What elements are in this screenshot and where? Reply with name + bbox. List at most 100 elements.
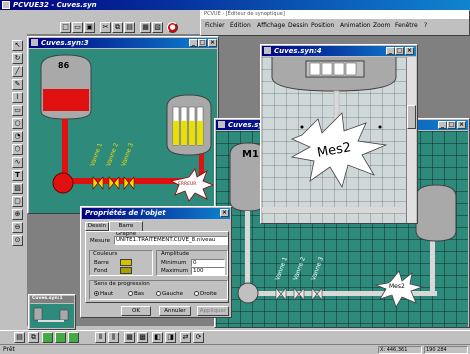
fond-color-swatch[interactable] — [120, 267, 132, 274]
open-icon[interactable]: ▭ — [72, 22, 83, 33]
cuves4-close-button[interactable]: × — [405, 47, 414, 55]
maximum-field[interactable]: 100 — [191, 267, 225, 275]
paste-icon[interactable]: ▤ — [124, 22, 135, 33]
ellipse-icon[interactable]: ○ — [12, 118, 23, 129]
window-cuves-3: Cuves.syn:3 _ □ × 86 Vanne 1 Vanne 2 Van… — [27, 36, 219, 214]
dialog-title: Propriétés de l'objet — [85, 209, 166, 217]
menu-affichage[interactable]: Affichage — [257, 22, 285, 29]
cuves4-maximize-button[interactable]: □ — [395, 47, 404, 55]
radio-bas-label: Bas — [134, 291, 145, 297]
curve-icon[interactable]: ∿ — [12, 157, 23, 168]
progression-label: Sens de progression — [94, 281, 150, 287]
menu-animation[interactable]: Animation — [340, 22, 371, 29]
rectangle-icon[interactable]: ▭ — [12, 105, 23, 116]
small-titlebar: Cuves.syn:1 — [30, 296, 74, 303]
menu-edition[interactable]: Édition — [230, 22, 251, 29]
couleurs-label: Couleurs — [93, 251, 118, 257]
arc-icon[interactable]: ◔ — [12, 131, 23, 142]
polygon-icon[interactable]: ⬡ — [12, 144, 23, 155]
green-fill-1-icon[interactable] — [42, 332, 53, 343]
apply-button[interactable]: Appliquer — [197, 306, 229, 316]
cuves3-minimize-button[interactable]: _ — [189, 39, 198, 47]
distribute-icon[interactable]: ⫼ — [108, 332, 119, 343]
radio-haut[interactable]: Haut — [94, 291, 113, 297]
zoom-out-icon[interactable]: ⊖ — [12, 222, 23, 233]
front-icon[interactable]: ◧ — [152, 332, 163, 343]
button-tool-icon[interactable]: ▢ — [12, 196, 23, 207]
cuves4-vscroll[interactable] — [406, 57, 416, 223]
green-fill-3-icon[interactable] — [68, 332, 79, 343]
status-bar: Prêt X: 446,361 190 284 — [0, 344, 470, 354]
cuves3-close-button[interactable]: × — [208, 39, 217, 47]
layer-icon[interactable]: ▤ — [14, 332, 25, 343]
menu-zoom[interactable]: Zoom — [373, 22, 390, 29]
menu-help[interactable]: ? — [424, 22, 427, 29]
zoom-in-icon[interactable]: ⊕ — [12, 209, 23, 220]
amplitude-label: Amplitude — [161, 251, 190, 257]
menu-fichier[interactable]: Fichier — [205, 22, 225, 29]
tab-barre-graphe[interactable]: Barre Graphe — [109, 221, 143, 237]
properties-dialog: Propriétés de l'objet × Dessin Barre Gra… — [80, 206, 232, 318]
new-icon[interactable]: □ — [60, 22, 71, 33]
preview-icon[interactable]: ▧ — [152, 22, 163, 33]
minimum-field[interactable]: 0 — [191, 259, 225, 267]
rotate-icon[interactable]: ↻ — [12, 53, 23, 64]
pointer-icon[interactable]: ↖ — [12, 40, 23, 51]
cuves3-canvas[interactable]: 86 Vanne 1 Vanne 2 Vanne 3 ERREUR — [29, 49, 217, 213]
mesure-field[interactable]: UNITE1.TRAITEMENT.CUVE_8.niveau — [114, 236, 228, 245]
align-icon[interactable]: ⫴ — [95, 332, 106, 343]
cuvesback-maximize-button[interactable]: □ — [447, 121, 456, 129]
save-icon[interactable]: ▣ — [84, 22, 95, 33]
back-icon[interactable]: ◨ — [165, 332, 176, 343]
cuves4-minimize-button[interactable]: _ — [386, 47, 395, 55]
cuves4-canvas[interactable]: Mes2 — [262, 57, 406, 223]
editor-window: PCVUE - [Éditeur de synoptique] Fichier … — [200, 10, 470, 36]
pen-icon[interactable]: ✎ — [12, 79, 23, 90]
menu-fenetre[interactable]: Fenêtre — [395, 22, 418, 29]
cuves4-titlebar: Cuves.syn:4 _ □ × — [262, 46, 416, 56]
flip-icon[interactable]: ⇄ — [180, 332, 191, 343]
cuvesback-minimize-button[interactable]: _ — [438, 121, 447, 129]
tank-m1-label: M1 — [242, 149, 259, 160]
cuves3-maximize-button[interactable]: □ — [198, 39, 207, 47]
small-title: Cuves.syn:1 — [32, 296, 63, 301]
main-title: PCVUE32 - Cuves.syn — [13, 1, 97, 9]
group-icon[interactable]: ⧉ — [28, 332, 39, 343]
editor-titlebar: PCVUE - [Éditeur de synoptique] — [201, 11, 469, 19]
window-small: Cuves.syn:1 — [28, 294, 76, 330]
tab-dessin[interactable]: Dessin — [85, 222, 109, 231]
cuves3-diagram — [40, 54, 215, 202]
grid-icon[interactable]: ▦ — [124, 332, 135, 343]
app-icon — [2, 1, 10, 9]
ok-button[interactable]: OK — [121, 306, 151, 316]
maximum-label: Maximum — [161, 268, 189, 274]
cuves4-scroll-thumb[interactable] — [407, 105, 416, 129]
line-icon[interactable]: ╱ — [12, 66, 23, 77]
bitmap-icon[interactable]: ▨ — [12, 183, 23, 194]
radio-droite[interactable]: Droite — [194, 291, 217, 297]
radio-gauche[interactable]: Gauche — [156, 291, 183, 297]
barre-label: Barre — [94, 260, 109, 266]
small-diagram — [33, 307, 69, 322]
dialog-close-button[interactable]: × — [220, 209, 229, 217]
print-icon[interactable]: ▦ — [140, 22, 151, 33]
cuves4-diagram — [262, 57, 406, 213]
rotate-90-icon[interactable]: ⟳ — [193, 332, 204, 343]
barre-color-swatch[interactable] — [120, 259, 132, 266]
cuvesback-close-button[interactable]: × — [457, 121, 466, 129]
small-canvas[interactable] — [30, 304, 74, 328]
cut-icon[interactable]: ✂ — [100, 22, 111, 33]
snap-icon[interactable]: ▩ — [137, 332, 148, 343]
green-fill-2-icon[interactable] — [55, 332, 66, 343]
stop-icon[interactable]: ● — [167, 22, 178, 33]
text-tool-icon[interactable]: T — [12, 170, 23, 181]
copy-icon[interactable]: ⧉ — [112, 22, 123, 33]
menu-dessin[interactable]: Dessin — [288, 22, 308, 29]
cuves4-title: Cuves.syn:4 — [274, 47, 322, 55]
cancel-button[interactable]: Annuler — [159, 306, 191, 316]
zoom-fit-icon[interactable]: ⊙ — [12, 235, 23, 246]
radio-bas[interactable]: Bas — [128, 291, 144, 297]
cuves3-window-icon — [31, 39, 38, 46]
menu-position[interactable]: Position — [311, 22, 334, 29]
polyline-icon[interactable]: ⌇ — [12, 92, 23, 103]
